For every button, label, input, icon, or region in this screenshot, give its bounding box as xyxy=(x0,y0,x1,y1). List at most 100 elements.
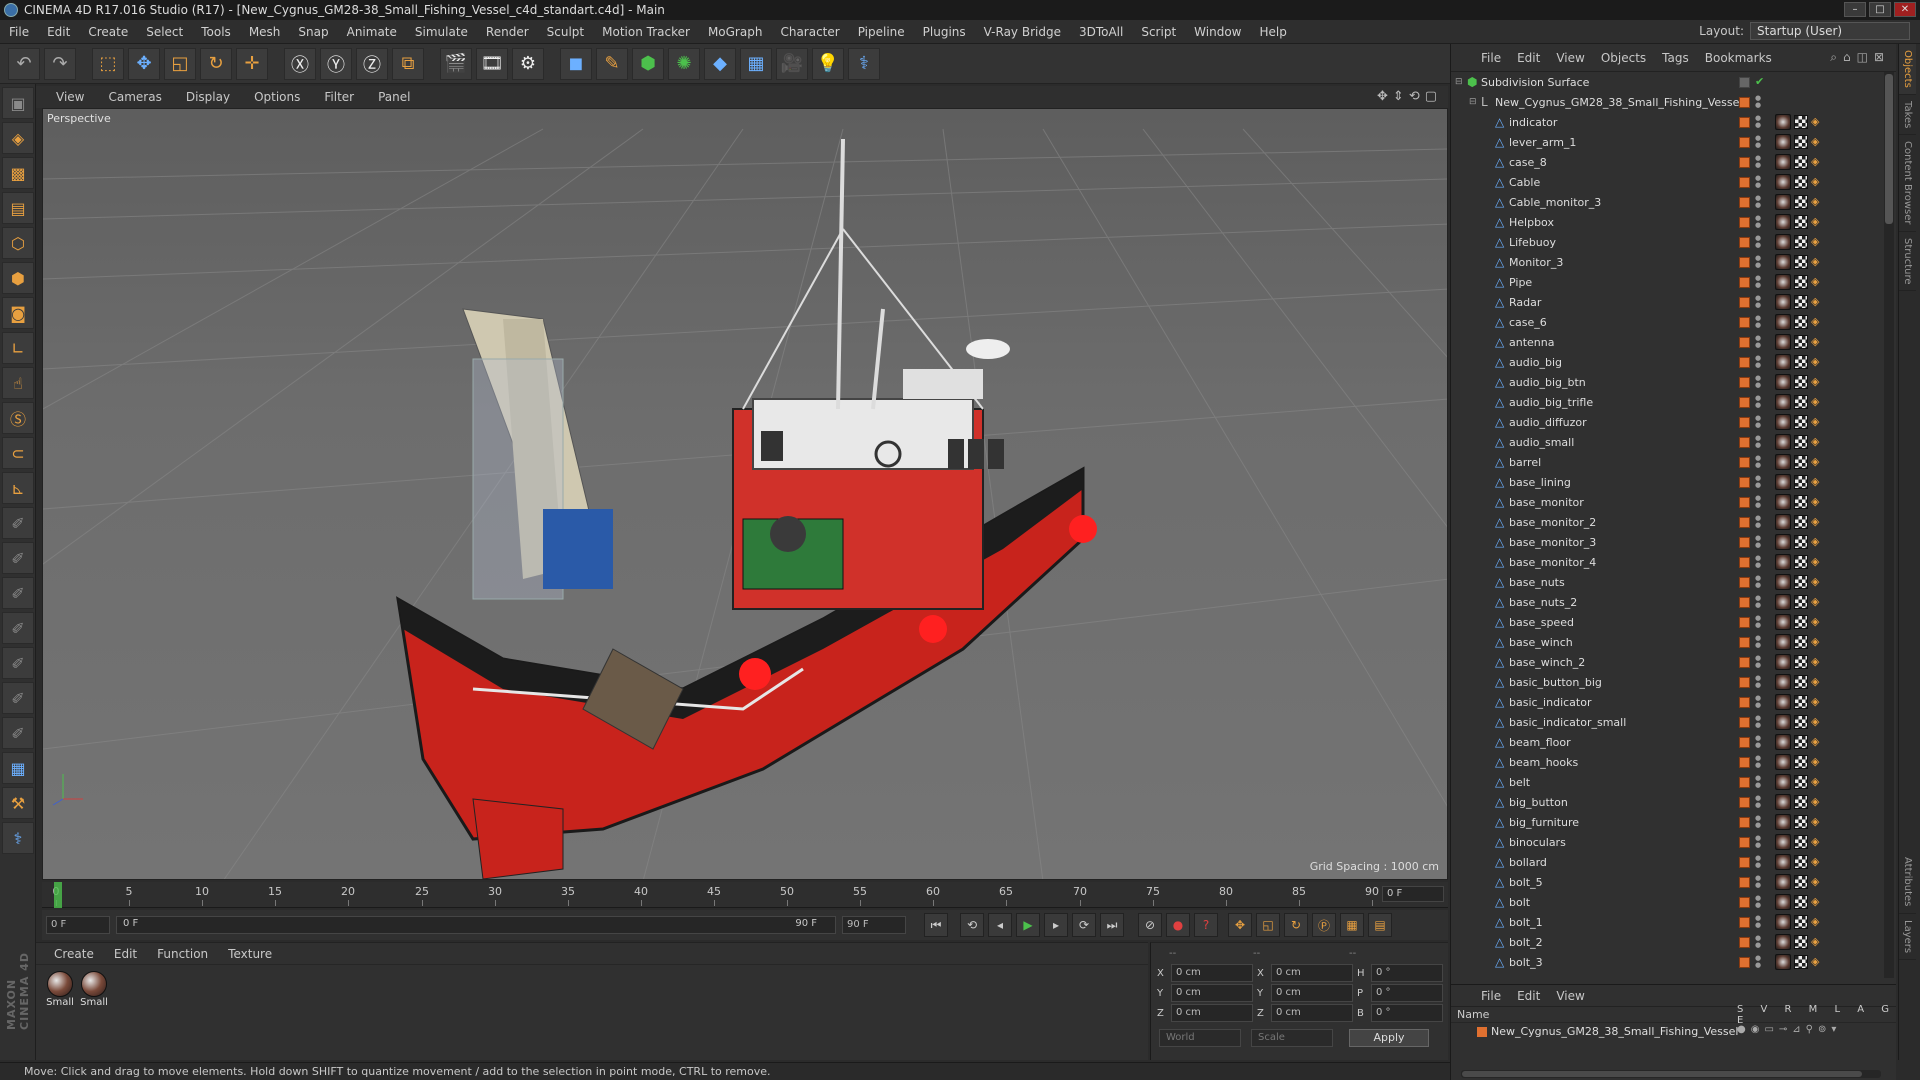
object-row[interactable]: △ bolt_3 ● ● ◈ xyxy=(1451,952,1883,972)
layer-chip[interactable] xyxy=(1739,356,1750,368)
python-script-icon[interactable]: ⚕ xyxy=(2,822,34,854)
layer-chip[interactable] xyxy=(1739,876,1750,888)
key-scale-icon[interactable]: ◱ xyxy=(1256,913,1280,937)
layer-chip[interactable] xyxy=(1739,736,1750,748)
texture-tag-icon[interactable] xyxy=(1794,235,1808,249)
texture-tag-icon[interactable] xyxy=(1794,395,1808,409)
phong-tag-icon[interactable]: ◈ xyxy=(1811,516,1823,528)
layer-chip[interactable] xyxy=(1739,396,1750,408)
floor-icon[interactable]: ▦ xyxy=(740,47,772,80)
texture-tag-icon[interactable] xyxy=(1794,515,1808,529)
menu-sculpt[interactable]: Sculpt xyxy=(538,25,593,39)
menu-plugins[interactable]: Plugins xyxy=(914,25,975,39)
layer-chip[interactable] xyxy=(1739,416,1750,428)
layer-chip[interactable] xyxy=(1739,156,1750,168)
visibility-dots-icon[interactable]: ● ● xyxy=(1755,215,1761,229)
texture-tag-icon[interactable] xyxy=(1794,655,1808,669)
material-tag-icon[interactable] xyxy=(1775,894,1791,910)
texture-tag-icon[interactable] xyxy=(1794,555,1808,569)
material-menu-texture[interactable]: Texture xyxy=(218,947,282,961)
phong-tag-icon[interactable]: ◈ xyxy=(1811,336,1823,348)
visibility-dots-icon[interactable]: ● ● xyxy=(1755,875,1761,889)
phong-tag-icon[interactable]: ◈ xyxy=(1811,536,1823,548)
layer-chip[interactable] xyxy=(1739,676,1750,688)
coord-scale-dropdown[interactable]: Scale xyxy=(1251,1029,1333,1047)
visibility-dots-icon[interactable]: ● ● xyxy=(1755,515,1761,529)
close-button[interactable]: ✕ xyxy=(1894,2,1916,17)
phong-tag-icon[interactable]: ◈ xyxy=(1811,276,1823,288)
visibility-dots-icon[interactable]: ● ● xyxy=(1755,415,1761,429)
object-row[interactable]: △ audio_big_btn ● ● ◈ xyxy=(1451,372,1883,392)
make-editable-icon[interactable]: ▣ xyxy=(2,87,34,119)
menu-help[interactable]: Help xyxy=(1250,25,1295,39)
visibility-dots-icon[interactable]: ● ● xyxy=(1755,695,1761,709)
menu-tools[interactable]: Tools xyxy=(192,25,240,39)
phong-tag-icon[interactable]: ◈ xyxy=(1811,376,1823,388)
menu-render[interactable]: Render xyxy=(477,25,538,39)
layer-chip[interactable] xyxy=(1739,436,1750,448)
object-row[interactable]: △ antenna ● ● ◈ xyxy=(1451,332,1883,352)
layer-chip[interactable] xyxy=(1739,856,1750,868)
texture-tag-icon[interactable] xyxy=(1794,115,1808,129)
material-tag-icon[interactable] xyxy=(1775,474,1791,490)
layer-chip[interactable] xyxy=(1739,236,1750,248)
visibility-dots-icon[interactable]: ● ● xyxy=(1755,915,1761,929)
phong-tag-icon[interactable]: ◈ xyxy=(1811,476,1823,488)
menu-motion-tracker[interactable]: Motion Tracker xyxy=(593,25,699,39)
object-menu-tags[interactable]: Tags xyxy=(1654,51,1697,65)
layer-chip[interactable] xyxy=(1739,456,1750,468)
material-menu-function[interactable]: Function xyxy=(147,947,218,961)
side-tab-attributes[interactable]: Attributes xyxy=(1899,851,1916,914)
texture-tag-icon[interactable] xyxy=(1794,955,1808,969)
phong-tag-icon[interactable]: ◈ xyxy=(1811,676,1823,688)
phong-tag-icon[interactable]: ◈ xyxy=(1811,876,1823,888)
visibility-dots-icon[interactable]: ● ● xyxy=(1755,835,1761,849)
visibility-dots-icon[interactable]: ● ● xyxy=(1755,735,1761,749)
phong-tag-icon[interactable]: ◈ xyxy=(1811,356,1823,368)
end-frame-field[interactable]: 90 F xyxy=(842,916,906,934)
sculpt-icon[interactable]: ⚒ xyxy=(2,787,34,819)
visibility-dots-icon[interactable]: ● ● xyxy=(1755,715,1761,729)
visibility-dots-icon[interactable]: ● ● xyxy=(1755,755,1761,769)
layer-chip[interactable] xyxy=(1739,536,1750,548)
object-row[interactable]: △ Helpbox ● ● ◈ xyxy=(1451,212,1883,232)
layer-chip[interactable] xyxy=(1739,696,1750,708)
coord-pos-field[interactable]: 0 cm xyxy=(1171,1004,1253,1022)
object-row[interactable]: △ base_winch_2 ● ● ◈ xyxy=(1451,652,1883,672)
layer-chip[interactable] xyxy=(1739,316,1750,328)
texture-tag-icon[interactable] xyxy=(1794,255,1808,269)
object-row[interactable]: △ audio_small ● ● ◈ xyxy=(1451,432,1883,452)
object-row[interactable]: △ base_monitor_2 ● ● ◈ xyxy=(1451,512,1883,532)
phong-tag-icon[interactable]: ◈ xyxy=(1811,116,1823,128)
material-tag-icon[interactable] xyxy=(1775,814,1791,830)
phong-tag-icon[interactable]: ◈ xyxy=(1811,496,1823,508)
material-tag-icon[interactable] xyxy=(1775,714,1791,730)
object-row[interactable]: △ base_speed ● ● ◈ xyxy=(1451,612,1883,632)
texture-tag-icon[interactable] xyxy=(1794,615,1808,629)
material-tag-icon[interactable] xyxy=(1775,154,1791,170)
magnet-icon[interactable]: ⊂ xyxy=(2,437,34,469)
brush-icon-6[interactable]: ✐ xyxy=(2,682,34,714)
material-tag-icon[interactable] xyxy=(1775,374,1791,390)
layer-chip[interactable] xyxy=(1739,556,1750,568)
phong-tag-icon[interactable]: ◈ xyxy=(1811,216,1823,228)
texture-tag-icon[interactable] xyxy=(1794,415,1808,429)
coord-pos-field[interactable]: 0 cm xyxy=(1171,964,1253,982)
material-tag-icon[interactable] xyxy=(1775,354,1791,370)
x-axis-lock-icon[interactable]: Ⓧ xyxy=(284,47,316,80)
texture-tag-icon[interactable] xyxy=(1794,735,1808,749)
render-view-icon[interactable]: 🎬 xyxy=(440,47,472,80)
texture-tag-icon[interactable] xyxy=(1794,375,1808,389)
model-mode-icon[interactable]: ◈ xyxy=(2,122,34,154)
object-row[interactable]: △ bollard ● ● ◈ xyxy=(1451,852,1883,872)
layer-chip[interactable] xyxy=(1739,776,1750,788)
menu-animate[interactable]: Animate xyxy=(338,25,406,39)
visibility-dots-icon[interactable]: ● ● xyxy=(1755,295,1761,309)
layer-chip[interactable] xyxy=(1739,816,1750,828)
object-row[interactable]: △ audio_big_trifle ● ● ◈ xyxy=(1451,392,1883,412)
texture-tag-icon[interactable] xyxy=(1794,355,1808,369)
collapse-icon[interactable]: ⊟ xyxy=(1469,97,1477,107)
material-tag-icon[interactable] xyxy=(1775,614,1791,630)
layer-flag-icons[interactable]: ●◉▭⊸⊿⚲⊚▾ xyxy=(1737,1024,1841,1035)
texture-tag-icon[interactable] xyxy=(1794,875,1808,889)
